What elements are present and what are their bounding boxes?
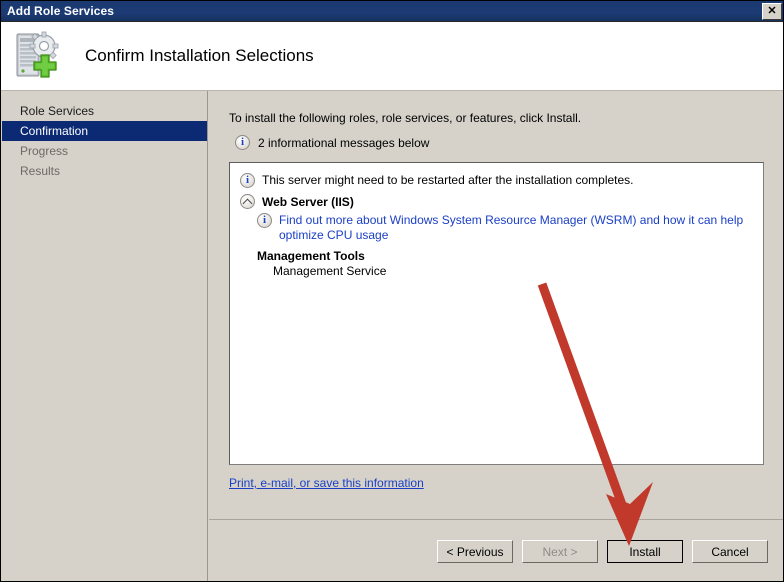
- server-add-icon: [11, 28, 67, 84]
- chevron-up-icon[interactable]: [240, 194, 255, 209]
- info-icon: [257, 213, 272, 228]
- previous-button[interactable]: < Previous: [437, 540, 513, 563]
- intro-text: To install the following roles, role ser…: [229, 111, 582, 125]
- info-icon: [235, 135, 250, 150]
- page-title: Confirm Installation Selections: [85, 46, 314, 65]
- web-server-role-label: Web Server (IIS): [262, 194, 354, 209]
- add-role-services-window: Add Role Services ✕ Confirm Installation…: [0, 0, 784, 582]
- wsrm-notice-row[interactable]: Find out more about Windows System Resou…: [257, 213, 753, 243]
- web-server-role-header[interactable]: Web Server (IIS): [240, 194, 753, 209]
- wsrm-link[interactable]: Find out more about Windows System Resou…: [279, 213, 749, 243]
- sidebar-item-progress[interactable]: Progress: [2, 141, 207, 161]
- management-tools-group-title: Management Tools: [257, 249, 365, 263]
- content-pane: To install the following roles, role ser…: [209, 91, 783, 519]
- informational-messages-line: 2 informational messages below: [235, 135, 764, 150]
- sidebar-item-confirmation[interactable]: Confirmation: [2, 121, 207, 141]
- window-title: Add Role Services: [7, 4, 115, 18]
- next-button: Next >: [522, 540, 598, 563]
- restart-notice-text: This server might need to be restarted a…: [262, 173, 634, 187]
- footer-separator: [209, 519, 783, 520]
- close-icon[interactable]: ✕: [762, 2, 782, 20]
- print-email-save-link[interactable]: Print, e-mail, or save this information: [229, 476, 424, 490]
- informational-messages-label: 2 informational messages below: [258, 135, 430, 150]
- sidebar-item-role-services[interactable]: Role Services: [2, 101, 207, 121]
- management-service-item: Management Service: [273, 264, 387, 278]
- footer-button-bar: < Previous Next > Install Cancel: [209, 521, 783, 581]
- title-bar: Add Role Services ✕: [1, 1, 783, 22]
- install-button[interactable]: Install: [607, 540, 683, 563]
- installation-details-panel[interactable]: This server might need to be restarted a…: [229, 162, 764, 465]
- cancel-button[interactable]: Cancel: [692, 540, 768, 563]
- wizard-steps-sidebar: Role Services Confirmation Progress Resu…: [2, 91, 208, 581]
- sidebar-item-results[interactable]: Results: [2, 161, 207, 181]
- header-banner: Confirm Installation Selections: [1, 22, 783, 91]
- restart-notice-row: This server might need to be restarted a…: [240, 173, 753, 188]
- info-icon: [240, 173, 255, 188]
